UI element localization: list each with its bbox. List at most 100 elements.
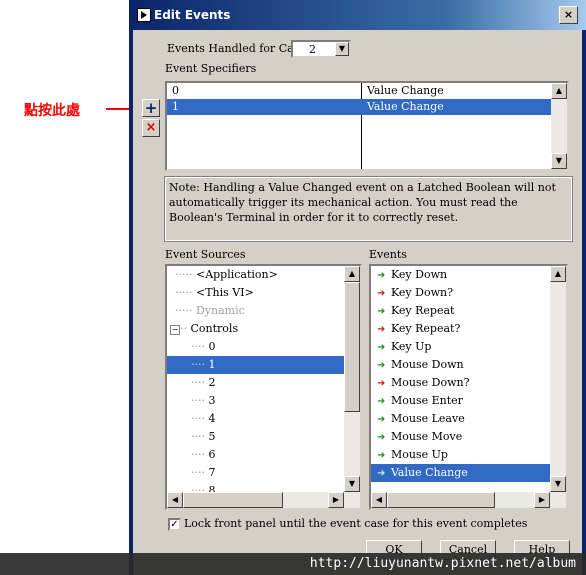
tree-item[interactable]: ···· 3 (191, 392, 216, 410)
event-item[interactable]: ➜ Mouse Enter (377, 392, 463, 410)
tree-item-label: 0 (208, 340, 216, 353)
event-specifiers-table[interactable]: 0 Value Change 1 Value Change ▲ ▼ (165, 81, 569, 171)
tree-item[interactable]: ···· 5 (191, 428, 216, 446)
scroll-right-icon[interactable]: ▶ (328, 492, 344, 508)
event-sources-label: Event Sources (165, 248, 246, 261)
annotation-label: 點按此處 (24, 103, 80, 119)
tree-item-label: <This VI> (195, 286, 254, 299)
scroll-down-icon[interactable]: ▼ (551, 153, 567, 169)
tree-item-selected[interactable]: ···· 1 (167, 356, 344, 374)
collapse-icon[interactable]: − (170, 325, 180, 335)
tree-item-label: 5 (208, 430, 216, 443)
arrow-right-icon: ➜ (377, 432, 386, 443)
event-label: Mouse Enter (391, 394, 463, 407)
scroll-left-icon[interactable]: ◀ (167, 492, 183, 508)
arrow-right-icon: ➜ (377, 324, 386, 335)
event-item[interactable]: ➜ Key Down? (377, 284, 453, 302)
tree-item[interactable]: ···· 7 (191, 464, 216, 482)
scroll-thumb[interactable] (344, 282, 360, 412)
scroll-down-icon[interactable]: ▼ (550, 476, 566, 492)
title-bar[interactable]: Edit Events × (129, 0, 586, 30)
specifier-event: Value Change (367, 84, 444, 97)
tree-item[interactable]: ···· 2 (191, 374, 216, 392)
event-label: Value Change (391, 466, 468, 479)
tree-item[interactable]: ····· <This VI> (175, 284, 254, 302)
tree-item[interactable]: ···· 4 (191, 410, 216, 428)
tree-item-label: 7 (208, 466, 216, 479)
scroll-left-icon[interactable]: ◀ (371, 492, 387, 508)
arrow-right-icon: ➜ (377, 414, 386, 425)
event-label: Mouse Move (391, 430, 463, 443)
sources-vscrollbar[interactable]: ▲ ▼ (344, 266, 360, 492)
tree-item-label: <Application> (195, 268, 278, 281)
event-item[interactable]: ➜ Key Repeat (377, 302, 454, 320)
event-label: Mouse Down (391, 358, 464, 371)
app-icon (137, 8, 151, 22)
scroll-right-icon[interactable]: ▶ (534, 492, 550, 508)
arrow-right-icon: ➜ (377, 378, 386, 389)
arrow-right-icon: ➜ (377, 342, 386, 353)
event-label: Mouse Leave (391, 412, 465, 425)
scroll-up-icon[interactable]: ▲ (344, 266, 360, 282)
event-sources-tree[interactable]: ····· <Application> ····· <This VI> ····… (165, 264, 362, 510)
tree-item-label: 2 (208, 376, 216, 389)
remove-specifier-button[interactable]: × (142, 119, 160, 137)
specifier-index: 1 (172, 100, 179, 113)
tree-item[interactable]: − ·· Controls (170, 320, 238, 338)
event-label: Key Repeat? (391, 322, 461, 335)
event-item[interactable]: ➜ Key Repeat? (377, 320, 460, 338)
event-label: Key Repeat (391, 304, 455, 317)
arrow-right-icon: ➜ (377, 468, 386, 479)
event-item[interactable]: ➜ Key Up (377, 338, 431, 356)
event-item[interactable]: ➜ Mouse Down (377, 356, 464, 374)
window-title: Edit Events (154, 8, 231, 22)
arrow-right-icon: ➜ (377, 396, 386, 407)
event-item-selected[interactable]: ➜ Value Change (371, 464, 550, 482)
add-specifier-button[interactable]: + (142, 99, 160, 117)
event-item[interactable]: ➜ Key Down (377, 266, 447, 284)
tree-item[interactable]: ···· 0 (191, 338, 216, 356)
tree-item-label: 3 (208, 394, 216, 407)
table-row[interactable]: 0 Value Change (167, 83, 551, 99)
specifier-index: 0 (172, 84, 179, 97)
events-vscrollbar[interactable]: ▲ ▼ (550, 266, 566, 492)
event-item[interactable]: ➜ Mouse Move (377, 428, 462, 446)
event-specifiers-label: Event Specifiers (165, 62, 257, 75)
close-button[interactable]: × (559, 6, 578, 24)
events-label: Events (369, 248, 407, 261)
events-handled-select[interactable]: 2 ▼ (291, 40, 351, 58)
event-label: Mouse Up (391, 448, 448, 461)
event-item[interactable]: ➜ Mouse Leave (377, 410, 465, 428)
scroll-thumb[interactable] (183, 492, 283, 508)
tree-item[interactable]: ···· 6 (191, 446, 216, 464)
events-handled-value: 2 (309, 43, 316, 56)
event-label: Key Up (391, 340, 432, 353)
scroll-up-icon[interactable]: ▲ (551, 83, 567, 99)
scroll-thumb[interactable] (387, 492, 495, 508)
event-label: Mouse Down? (391, 376, 470, 389)
event-label: Key Down? (391, 286, 453, 299)
scroll-down-icon[interactable]: ▼ (344, 476, 360, 492)
lock-checkbox[interactable]: ✓ (168, 518, 181, 531)
scroll-up-icon[interactable]: ▲ (550, 266, 566, 282)
tree-item-label: Dynamic (195, 304, 245, 317)
lock-label: Lock front panel until the event case fo… (184, 517, 528, 530)
checkmark-icon: ✓ (170, 519, 179, 530)
events-handled-label: Events Handled for Case: (167, 42, 310, 55)
tree-item-label: 1 (208, 358, 216, 371)
table-row-selected[interactable]: 1 Value Change (167, 99, 551, 115)
events-list[interactable]: ➜ Key Down ➜ Key Down? ➜ Key Repeat ➜ Key Re… (369, 264, 568, 510)
sources-hscrollbar[interactable]: ◀ ▶ (167, 492, 360, 508)
chevron-down-icon[interactable]: ▼ (335, 42, 349, 56)
specifiers-scrollbar[interactable]: ▲ ▼ (551, 83, 567, 169)
event-item[interactable]: ➜ Mouse Up (377, 446, 448, 464)
events-hscrollbar[interactable]: ◀ ▶ (371, 492, 566, 508)
tree-item-disabled: ····· Dynamic (175, 304, 245, 317)
tree-item-label: Controls (190, 322, 239, 335)
tree-item[interactable]: ····· <Application> (175, 266, 278, 284)
arrow-right-icon: ➜ (377, 360, 386, 371)
watermark-url: http://liuyunantw.pixnet.net/album (0, 553, 586, 575)
event-item[interactable]: ➜ Mouse Down? (377, 374, 469, 392)
arrow-right-icon: ➜ (377, 270, 386, 281)
tree-item-label: 6 (208, 448, 216, 461)
